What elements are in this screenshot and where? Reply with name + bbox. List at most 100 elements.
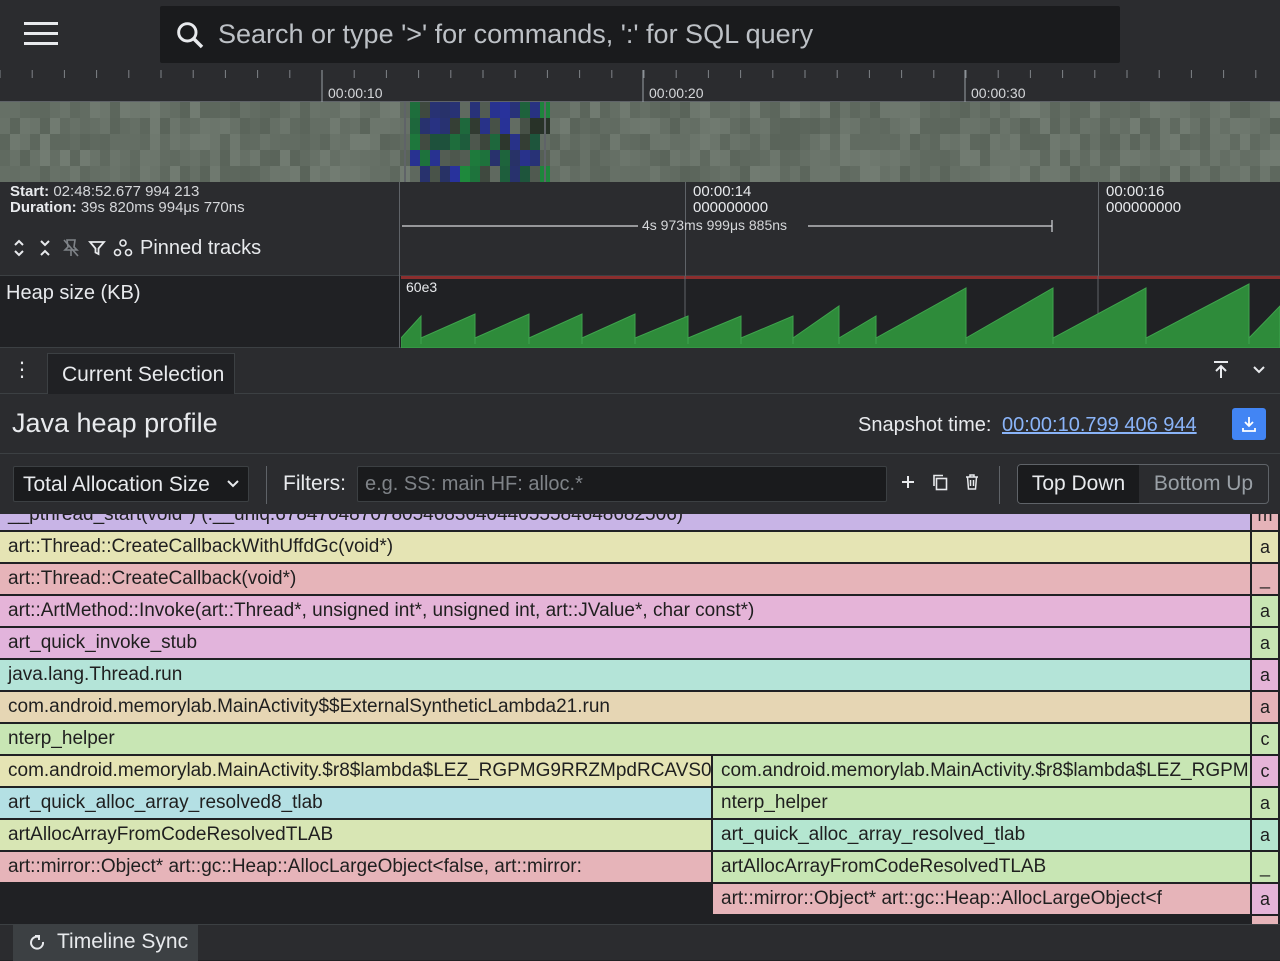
search-input[interactable]: [218, 6, 1098, 63]
overview-cell: [290, 150, 300, 166]
overview-cell: [90, 150, 100, 166]
flame-frame[interactable]: __pthread_start(void*) (.__uniq.67847048…: [0, 514, 1250, 530]
overview-cell: [1060, 166, 1070, 182]
overview-cell: [890, 134, 900, 150]
snapshot-time-link[interactable]: 00:00:10.799 406 944: [1002, 414, 1197, 437]
overview-cell: [140, 118, 150, 134]
overview-cell: [800, 134, 810, 150]
flame-frame-small[interactable]: c: [1252, 724, 1278, 754]
overview-cell: [380, 134, 390, 150]
overview-cell: [390, 150, 400, 166]
overview-cell: [890, 118, 900, 134]
overview-cell: [480, 118, 490, 134]
overview-cell: [1270, 166, 1280, 182]
expand-all-icon[interactable]: [6, 235, 32, 261]
bottom-up-button[interactable]: Bottom Up: [1139, 465, 1268, 503]
delete-icon[interactable]: [960, 470, 984, 494]
flame-frame-small[interactable]: _: [1252, 852, 1278, 882]
flame-frame[interactable]: com.android.memorylab.MainActivity.$r8$l…: [0, 756, 711, 786]
overview-cell: [480, 150, 490, 166]
flame-frame[interactable]: com.android.memorylab.MainActivity$$Exte…: [0, 692, 1250, 722]
overview-cell: [70, 118, 80, 134]
flame-frame-small[interactable]: a: [1252, 820, 1278, 850]
sync-icon: [30, 935, 45, 950]
overview-cell: [950, 166, 960, 182]
flame-frame[interactable]: artAllocArrayFromCodeResolvedTLAB: [713, 852, 1250, 882]
overview-cell: [290, 102, 300, 118]
overview-cell: [730, 118, 740, 134]
overview-cell: [630, 150, 640, 166]
copy-icon[interactable]: [928, 470, 952, 494]
pinned-tracks-icon[interactable]: [110, 235, 136, 261]
flame-frame-small[interactable]: a: [1252, 532, 1278, 562]
overview-cell: [160, 166, 170, 182]
overview-cell: [350, 134, 360, 150]
add-filter-icon[interactable]: [896, 470, 920, 494]
metric-select[interactable]: Total Allocation Size: [13, 466, 249, 502]
flame-frame-small[interactable]: m: [1252, 514, 1278, 530]
filter-icon[interactable]: [84, 235, 110, 261]
flame-frame[interactable]: art_quick_alloc_array_resolved_tlab: [713, 820, 1250, 850]
overview-cell: [700, 166, 710, 182]
flame-frame-small[interactable]: _: [1252, 564, 1278, 594]
overview-cell: [630, 102, 640, 118]
overview-cell: [810, 150, 820, 166]
overview-cell: [1050, 134, 1060, 150]
flame-frame[interactable]: art::ArtMethod::Invoke(art::Thread*, uns…: [0, 596, 1250, 626]
flame-frame-small[interactable]: a: [1252, 884, 1278, 914]
flame-frame[interactable]: art::Thread::CreateCallback(void*): [0, 564, 1250, 594]
maximize-panel-icon[interactable]: [1210, 359, 1232, 381]
overview-timeline[interactable]: 00:00:10 00:00:20 00:00:30: [0, 70, 1280, 182]
overview-cell: [1090, 134, 1100, 150]
overview-cell: [870, 166, 880, 182]
timestamp-nanos: 000000000: [693, 199, 769, 216]
flame-frame-small[interactable]: a: [1252, 788, 1278, 818]
overview-cell: [1090, 150, 1100, 166]
overview-cell: [190, 134, 200, 150]
flame-frame[interactable]: artAllocArrayFromCodeResolvedTLAB: [0, 820, 711, 850]
flame-frame[interactable]: java.lang.Thread.run: [0, 660, 1250, 690]
overview-cell: [740, 134, 750, 150]
flame-frame-small[interactable]: a: [1252, 660, 1278, 690]
chevron-down-icon[interactable]: [1250, 361, 1268, 379]
overview-cell: [1050, 150, 1060, 166]
flame-frame[interactable]: art::Thread::CreateCallbackWithUffdGc(vo…: [0, 532, 1250, 562]
more-vert-icon[interactable]: ⋮: [12, 358, 32, 382]
flame-frame-small[interactable]: a: [1252, 692, 1278, 722]
flame-frame-small[interactable]: c: [1252, 756, 1278, 786]
timeline-sync-button[interactable]: Timeline Sync: [13, 925, 198, 961]
overview-cell: [1030, 102, 1040, 118]
tab-current-selection[interactable]: Current Selection: [47, 353, 235, 394]
heap-size-track[interactable]: Heap size (KB) 60e3: [0, 276, 1280, 348]
heap-size-graph[interactable]: [401, 276, 1280, 348]
overview-cell: [270, 134, 280, 150]
flame-frame[interactable]: art::mirror::Object* art::gc::Heap::Allo…: [0, 852, 711, 882]
flame-frame[interactable]: nterp_helper: [713, 788, 1250, 818]
unpin-icon[interactable]: [58, 235, 84, 261]
pinned-tracks-label[interactable]: Pinned tracks: [140, 237, 261, 260]
flamegraph[interactable]: __pthread_start(void*) (.__uniq.67847048…: [0, 514, 1280, 924]
flame-frame[interactable]: art::mirror::Object* art::gc::Heap::Allo…: [713, 884, 1250, 914]
flame-frame[interactable]: com.android.memorylab.MainActivity.$r8$l…: [713, 756, 1250, 786]
overview-cell: [20, 134, 30, 150]
flame-frame-small[interactable]: a: [1252, 596, 1278, 626]
overview-cell: [1020, 166, 1030, 182]
filter-input[interactable]: [357, 466, 887, 502]
flame-frame[interactable]: art_quick_alloc_array_resolved8_tlab: [0, 788, 711, 818]
overview-cell: [360, 166, 370, 182]
flame-frame[interactable]: art_quick_invoke_stub: [0, 628, 1250, 658]
flame-frame-small[interactable]: a: [1252, 628, 1278, 658]
download-button[interactable]: [1232, 408, 1266, 440]
overview-heatmap[interactable]: [0, 102, 1280, 182]
collapse-all-icon[interactable]: [32, 235, 58, 261]
overview-cell: [910, 102, 920, 118]
menu-icon[interactable]: [24, 22, 58, 48]
overview-cell: [1240, 166, 1250, 182]
overview-cell: [1230, 166, 1240, 182]
timestamp-seconds: 00:00:14: [693, 183, 752, 200]
overview-cell: [1230, 134, 1240, 150]
flame-frame-small[interactable]: [1252, 916, 1278, 924]
top-down-button[interactable]: Top Down: [1018, 465, 1140, 503]
omnibox[interactable]: [160, 6, 1120, 63]
flame-frame[interactable]: nterp_helper: [0, 724, 1250, 754]
